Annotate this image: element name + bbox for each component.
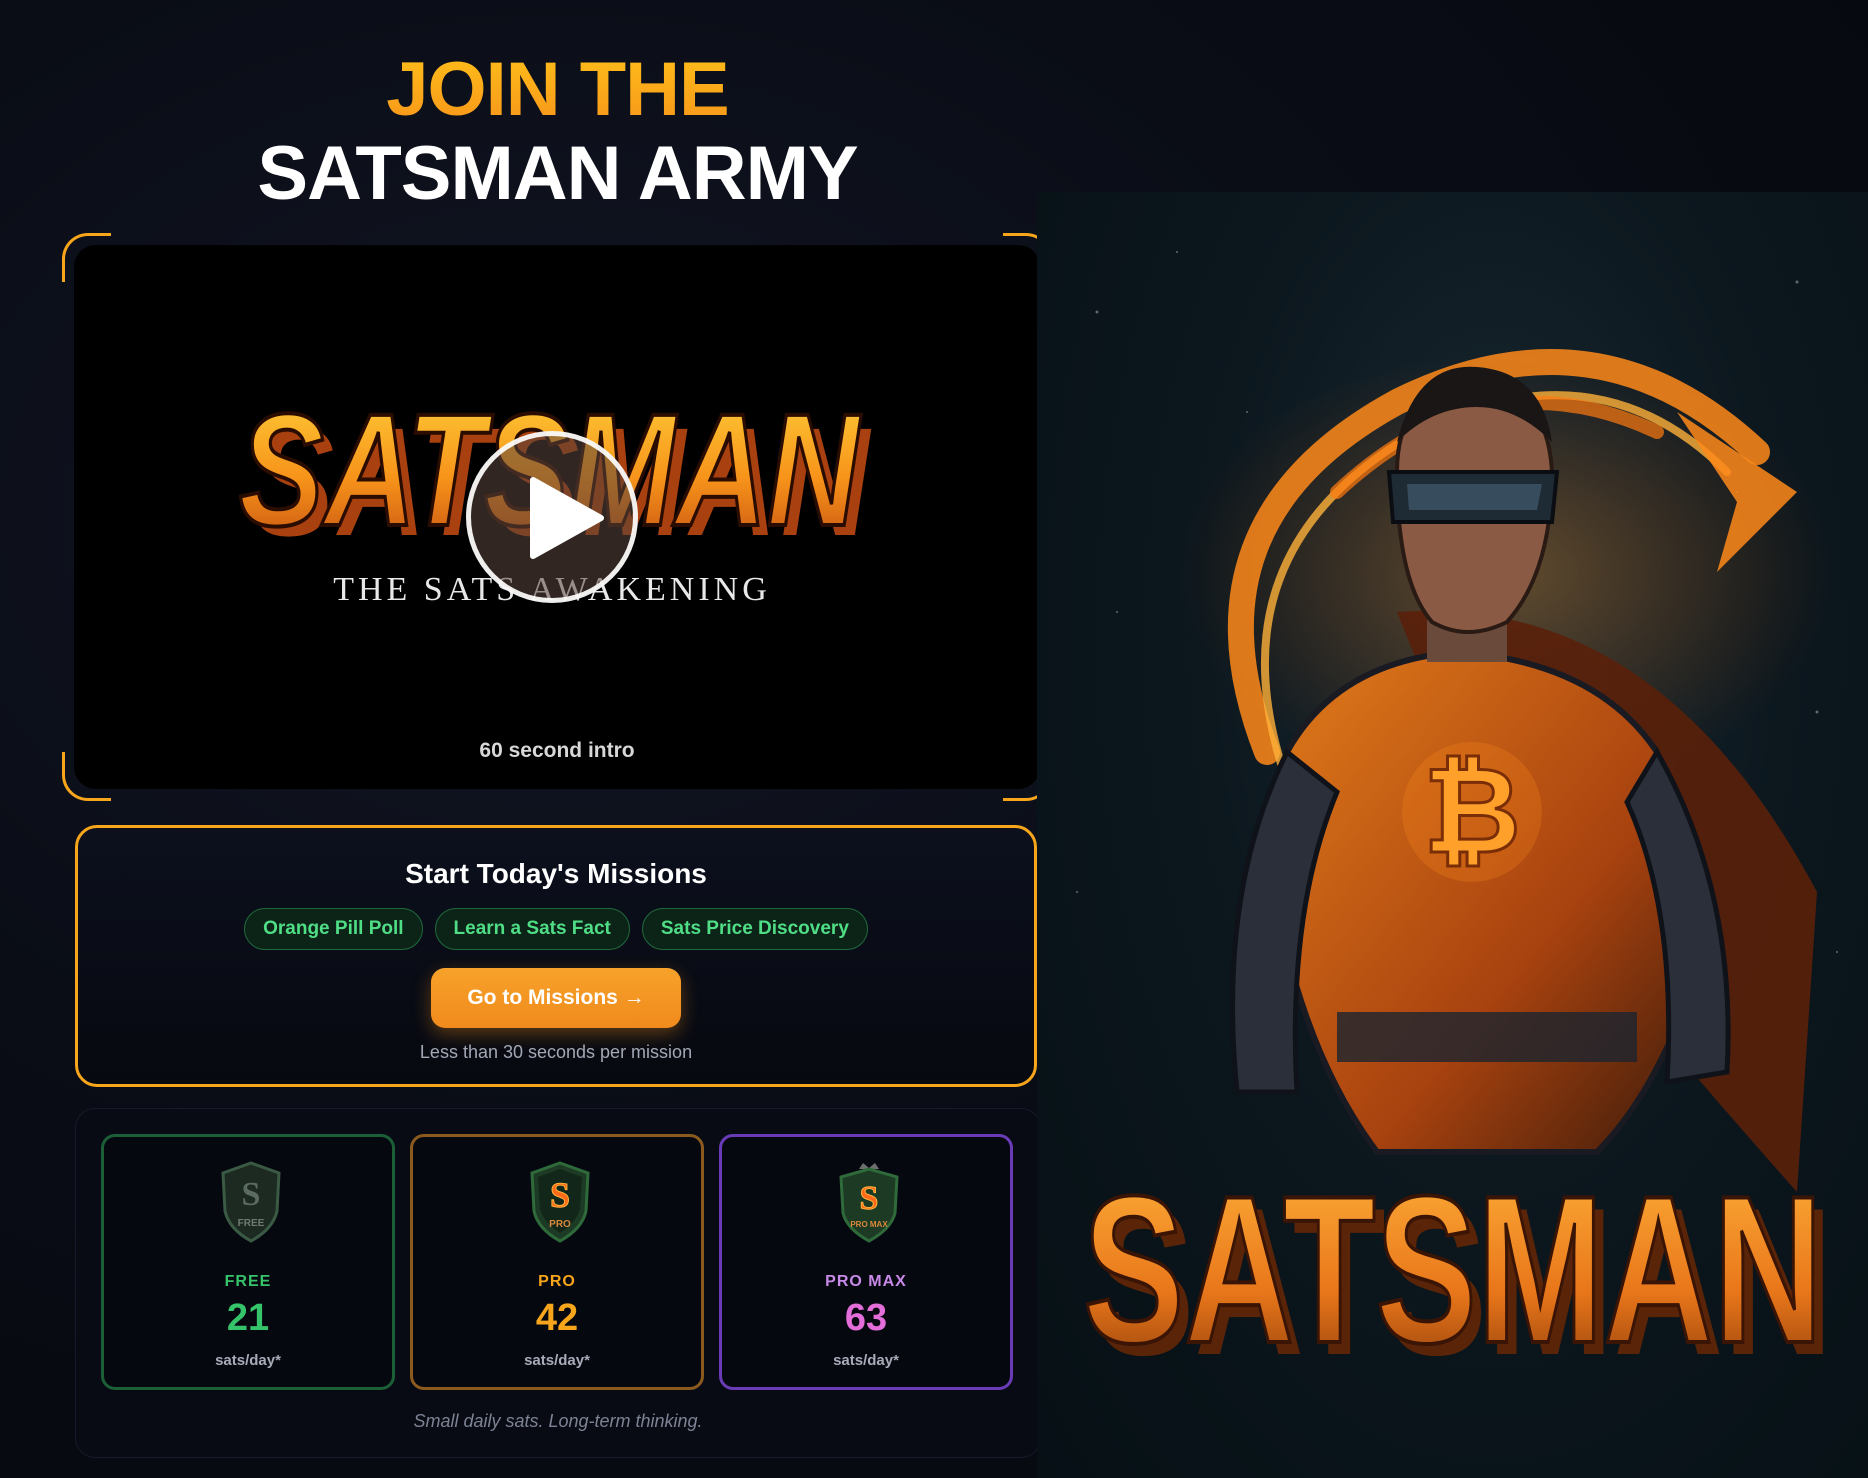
headline-line-1: JOIN THE bbox=[0, 48, 1115, 132]
tier-name: PRO bbox=[538, 1273, 576, 1290]
video-caption: 60 second intro bbox=[479, 739, 635, 762]
go-to-missions-button[interactable]: Go to Missions → bbox=[431, 968, 681, 1028]
headline-line-2: SATSMAN ARMY bbox=[257, 131, 858, 216]
svg-text:FREE: FREE bbox=[238, 1218, 265, 1229]
tier-unit: sats/day* bbox=[215, 1352, 281, 1369]
tiers-footnote: Small daily sats. Long-term thinking. bbox=[413, 1411, 703, 1431]
tier-name: FREE bbox=[224, 1273, 272, 1290]
bitcoin-b-icon: ₿ bbox=[1423, 742, 1521, 881]
tier-card-free[interactable]: S FREE FREE 21 sats/day* bbox=[101, 1134, 395, 1390]
tier-unit: sats/day* bbox=[833, 1352, 899, 1369]
hero-illustration: ₿ SATSMAN SATSMAN bbox=[1037, 192, 1868, 1478]
pro-max-shield-icon: S PRO MAX bbox=[839, 1163, 899, 1243]
intro-video-player[interactable]: SATSMAN SATSMAN THE SATS AWAKENING 60 se… bbox=[74, 245, 1040, 789]
tier-name: PRO MAX bbox=[825, 1273, 907, 1290]
svg-text:S: S bbox=[860, 1180, 879, 1217]
tier-card-pro-max[interactable]: S PRO MAX PRO MAX 63 sats/day* bbox=[719, 1134, 1013, 1390]
tiers-panel: S FREE FREE 21 sats/day* S PRO PRO 42 sa… bbox=[75, 1108, 1041, 1458]
svg-text:PRO: PRO bbox=[549, 1219, 571, 1230]
tier-card-pro[interactable]: S PRO PRO 42 sats/day* bbox=[410, 1134, 704, 1390]
svg-text:PRO MAX: PRO MAX bbox=[850, 1220, 888, 1229]
free-shield-icon: S FREE bbox=[221, 1161, 281, 1243]
satsman-hero-art: ₿ SATSMAN SATSMAN bbox=[1076, 251, 1838, 1399]
pro-shield-icon: S PRO bbox=[530, 1161, 590, 1243]
mission-chips: Orange Pill Poll Learn a Sats Fact Sats … bbox=[78, 908, 1034, 950]
tier-sats-value: 63 bbox=[844, 1297, 888, 1339]
svg-text:S: S bbox=[550, 1175, 570, 1215]
play-icon bbox=[530, 477, 604, 559]
missions-subtitle: Less than 30 seconds per mission bbox=[419, 1042, 693, 1062]
hero-title: SATSMAN bbox=[1083, 1152, 1823, 1387]
missions-title: Start Today's Missions bbox=[405, 858, 707, 889]
mission-chip-price-discovery[interactable]: Sats Price Discovery bbox=[641, 908, 868, 950]
missions-card: Start Today's Missions Orange Pill Poll … bbox=[75, 825, 1037, 1087]
headline: JOIN THE SATSMAN ARMY bbox=[0, 48, 1115, 216]
tier-sats-value: 21 bbox=[226, 1297, 270, 1339]
tier-unit: sats/day* bbox=[524, 1352, 590, 1369]
mission-chip-orange-pill-poll[interactable]: Orange Pill Poll bbox=[244, 908, 423, 950]
play-button[interactable] bbox=[466, 431, 638, 603]
svg-text:S: S bbox=[242, 1176, 261, 1213]
tier-sats-value: 42 bbox=[535, 1297, 579, 1339]
video-frame: SATSMAN SATSMAN THE SATS AWAKENING 60 se… bbox=[62, 233, 1052, 801]
mission-chip-learn-sats-fact[interactable]: Learn a Sats Fact bbox=[434, 908, 630, 950]
